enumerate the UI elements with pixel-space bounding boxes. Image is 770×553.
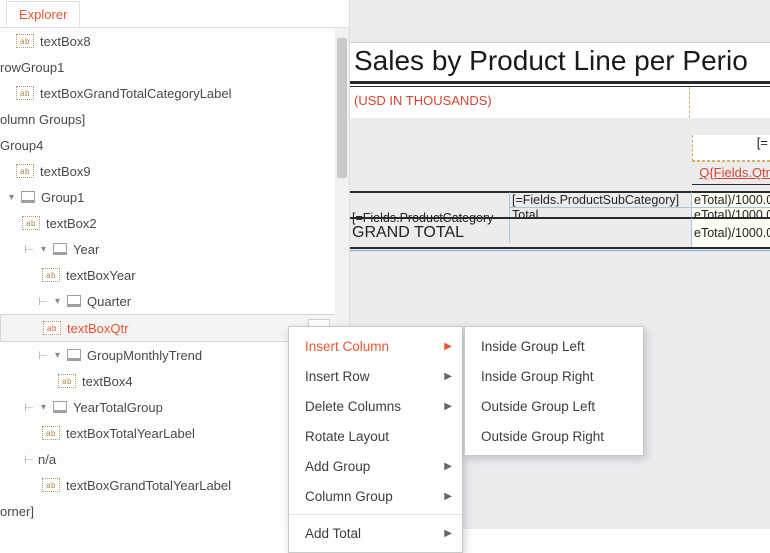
tree-item-label: textBox9: [40, 164, 91, 179]
usd-label[interactable]: (USD IN THOUSANDS): [350, 87, 690, 118]
tree-item[interactable]: ab textBox9: [0, 158, 349, 184]
branch-icon: ⊢: [36, 348, 50, 362]
textbox-icon: ab: [43, 321, 61, 335]
submenu-item[interactable]: Inside Group Right: [465, 361, 643, 391]
tree-item[interactable]: rowGroup1: [0, 54, 349, 80]
tree-item[interactable]: olumn Groups]: [0, 106, 349, 132]
expand-toggle-icon[interactable]: ▾: [38, 402, 49, 413]
tab-explorer[interactable]: Explorer: [6, 1, 80, 27]
design-grid[interactable]: [=Fields.ProductCategory [=Fields.Produc…: [350, 191, 770, 251]
report-title[interactable]: Sales by Product Line per Perio: [350, 43, 770, 81]
tree-item[interactable]: ab textBoxGrandTotalCategoryLabel: [0, 80, 349, 106]
branch-icon: ⊢: [22, 452, 36, 466]
group-icon: [67, 295, 81, 307]
textbox-icon: ab: [16, 34, 34, 48]
context-submenu[interactable]: Inside Group LeftInside Group RightOutsi…: [464, 326, 644, 456]
cell-value-1[interactable]: eTotal)/1000.0: [692, 191, 770, 207]
submenu-item[interactable]: Outside Group Left: [465, 391, 643, 421]
menu-item[interactable]: Delete Columns▶: [289, 391, 462, 421]
tree-item-label: textBoxGrandTotalYearLabel: [66, 478, 231, 493]
tree-item-label: Group4: [0, 138, 43, 153]
expand-toggle-icon[interactable]: ▾: [52, 350, 63, 361]
group-icon: [53, 401, 67, 413]
menu-item[interactable]: Add Total▶: [289, 518, 462, 548]
tree-item-label: textBoxYear: [66, 268, 136, 283]
tree-item-label: YearTotalGroup: [73, 400, 163, 415]
submenu-arrow-icon: ▶: [444, 371, 452, 382]
tree-item-label: GroupMonthlyTrend: [87, 348, 202, 363]
tree-item-label: textBoxQtr: [67, 321, 128, 336]
tree-item-label: orner]: [0, 504, 34, 519]
cell-value-3[interactable]: eTotal)/1000.0: [692, 217, 770, 247]
submenu-item[interactable]: Outside Group Right: [465, 421, 643, 451]
textbox-icon: ab: [22, 216, 40, 230]
tree-item-label: textBox8: [40, 34, 91, 49]
menu-item[interactable]: Insert Row▶: [289, 361, 462, 391]
grid-row[interactable]: [=Fields.ProductCategory [=Fields.Produc…: [350, 191, 770, 217]
tree-item-label: textBox2: [46, 216, 97, 231]
tree-item[interactable]: ⊢▾ Quarter: [0, 288, 349, 314]
textbox-icon: ab: [16, 86, 34, 100]
tree-item-label: Year: [73, 242, 99, 257]
tree-item[interactable]: ab textBoxYear: [0, 262, 349, 288]
group-icon: [53, 243, 67, 255]
submenu-item[interactable]: Inside Group Left: [465, 331, 643, 361]
textbox-icon: ab: [16, 164, 34, 178]
branch-icon: ⊢: [22, 242, 36, 256]
context-menu[interactable]: Insert Column▶Insert Row▶Delete Columns▶…: [288, 326, 463, 553]
tree-item-label: textBoxGrandTotalCategoryLabel: [40, 86, 232, 101]
textbox-icon: ab: [42, 426, 60, 440]
textbox-icon: ab: [42, 268, 60, 282]
textbox-icon: ab: [58, 374, 76, 388]
cell-product-subcategory[interactable]: [=Fields.ProductSubCategory]: [510, 191, 692, 207]
menu-separator: [289, 514, 462, 515]
expand-toggle-icon[interactable]: ▾: [6, 192, 17, 203]
tree-item-label: rowGroup1: [0, 60, 64, 75]
report-page[interactable]: Sales by Product Line per Perio (USD IN …: [350, 42, 770, 118]
submenu-arrow-icon: ▶: [444, 528, 452, 539]
tree-item-label: textBoxTotalYearLabel: [66, 426, 195, 441]
tree-item[interactable]: Group4: [0, 132, 349, 158]
group-icon: [67, 349, 81, 361]
submenu-arrow-icon: ▶: [444, 401, 452, 412]
group-icon: [21, 191, 35, 203]
branch-icon: ⊢: [22, 400, 36, 414]
grid-row-grand[interactable]: GRAND TOTAL eTotal)/1000.0: [350, 217, 770, 247]
tree-item-label: olumn Groups]: [0, 112, 85, 127]
menu-item[interactable]: Add Group▶: [289, 451, 462, 481]
menu-item[interactable]: Insert Column▶: [289, 331, 462, 361]
menu-item[interactable]: Column Group▶: [289, 481, 462, 511]
expand-toggle-icon[interactable]: ▾: [52, 296, 63, 307]
menu-item[interactable]: Rotate Layout: [289, 421, 462, 451]
tree-item[interactable]: ▾ Group1: [0, 184, 349, 210]
branch-icon: ⊢: [36, 294, 50, 308]
expand-toggle-icon[interactable]: ▾: [38, 244, 49, 255]
explorer-tabbar: Explorer: [0, 0, 349, 28]
submenu-arrow-icon: ▶: [444, 491, 452, 502]
tree-item-label: n/a: [38, 452, 56, 467]
tree-item-label: Group1: [41, 190, 84, 205]
submenu-arrow-icon: ▶: [444, 461, 452, 472]
cell-grand-total[interactable]: GRAND TOTAL: [350, 217, 692, 247]
tree-item-label: Quarter: [87, 294, 131, 309]
tree-item-label: textBox4: [82, 374, 133, 389]
submenu-arrow-icon: ▶: [444, 341, 452, 352]
tree-item[interactable]: ab textBox8: [0, 28, 349, 54]
scroll-thumb[interactable]: [337, 38, 347, 178]
textbox-icon: ab: [42, 478, 60, 492]
eq-cell[interactable]: [=: [692, 135, 770, 161]
tree-item[interactable]: ⊢▾ Year: [0, 236, 349, 262]
qtr-cell[interactable]: Q{Fields.Qtr: [692, 161, 770, 185]
tree-item[interactable]: ab textBox2: [0, 210, 349, 236]
